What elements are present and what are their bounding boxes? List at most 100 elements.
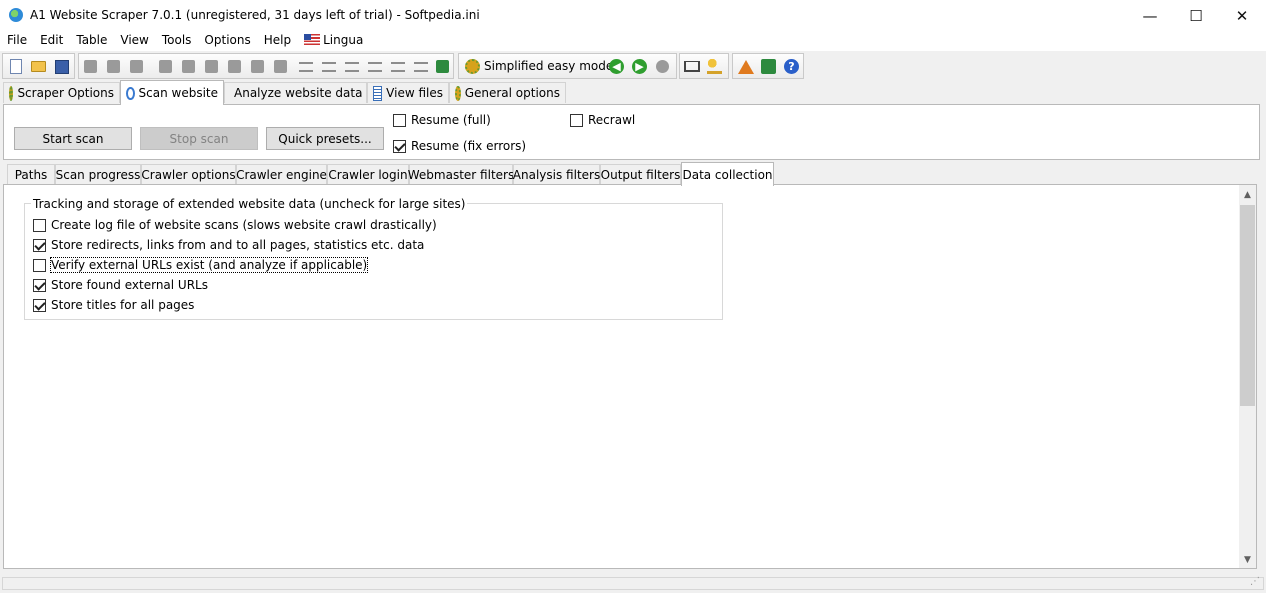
menu-bar: File Edit Table View Tools Options Help … <box>0 31 1266 51</box>
scrollbar-thumb[interactable] <box>1240 205 1255 406</box>
option-store-external-urls[interactable]: Store found external URLs <box>33 277 208 293</box>
menu-lingua-label: Lingua <box>323 33 364 47</box>
option-create-log-file[interactable]: Create log file of website scans (slows … <box>33 217 437 233</box>
undo-icon[interactable] <box>226 58 243 75</box>
forward-icon[interactable]: ▶ <box>631 58 648 75</box>
recrawl-label: Recrawl <box>588 113 636 127</box>
option-label: Store found external URLs <box>51 278 208 292</box>
checkbox-box[interactable] <box>33 258 46 272</box>
stamp-icon[interactable] <box>128 58 145 75</box>
home-icon[interactable] <box>737 58 754 75</box>
share-icon[interactable] <box>760 58 777 75</box>
tab-scan-website[interactable]: Scan website <box>120 80 224 105</box>
subtab-output-filters[interactable]: Output filters <box>600 164 681 185</box>
subtab-crawler-login[interactable]: Crawler login <box>327 164 409 185</box>
resume-full-checkbox[interactable]: Resume (full) <box>393 112 491 128</box>
cart-icon[interactable] <box>683 58 700 75</box>
key-icon[interactable] <box>706 58 723 75</box>
option-verify-external-urls[interactable]: Verify external URLs exist (and analyze … <box>33 257 369 273</box>
tree-list-icon[interactable] <box>343 58 360 75</box>
list-icon <box>373 85 383 101</box>
resume-full-label: Resume (full) <box>411 113 491 127</box>
subtab-crawler-engine[interactable]: Crawler engine <box>236 164 327 185</box>
subtab-scan-progress[interactable]: Scan progress <box>55 164 141 185</box>
minimize-button[interactable]: — <box>1127 0 1173 31</box>
subtab-data-collection[interactable]: Data collection <box>681 162 774 186</box>
option-store-titles[interactable]: Store titles for all pages <box>33 297 194 313</box>
resume-fix-errors-checkbox[interactable]: Resume (fix errors) <box>393 138 526 154</box>
start-scan-button[interactable]: Start scan <box>14 127 132 150</box>
tab-general-options[interactable]: General options <box>449 82 566 103</box>
quick-presets-button[interactable]: Quick presets... <box>266 127 384 150</box>
tab-label: Analyze website data <box>234 86 363 100</box>
recrawl-checkbox[interactable]: Recrawl <box>570 112 635 128</box>
help-icon[interactable]: ? <box>783 58 800 75</box>
status-bar: ⋰ <box>2 576 1264 590</box>
find-next-icon[interactable] <box>272 58 289 75</box>
maximize-button[interactable]: ☐ <box>1173 0 1219 31</box>
simplified-mode-button[interactable]: Simplified easy mode <box>461 54 617 78</box>
scroll-up-arrow-icon[interactable]: ▲ <box>1239 186 1256 203</box>
subtab-analysis-filters[interactable]: Analysis filters <box>513 164 600 185</box>
menu-tools[interactable]: Tools <box>155 31 198 51</box>
checkbox-box[interactable] <box>33 298 46 312</box>
stop-scan-button[interactable]: Stop scan <box>140 127 258 150</box>
checkbox-box[interactable] <box>393 113 406 127</box>
tab-analyze-website-data[interactable]: Analyze website data <box>224 82 367 103</box>
new-file-icon[interactable] <box>7 58 24 75</box>
cut-icon[interactable] <box>157 58 174 75</box>
export-icon[interactable] <box>434 58 451 75</box>
find-icon[interactable] <box>249 58 266 75</box>
tab-label: Scraper Options <box>17 86 114 100</box>
checkbox-box[interactable] <box>33 278 46 292</box>
move-in-icon[interactable] <box>389 58 406 75</box>
tab-view-files[interactable]: View files <box>367 82 449 103</box>
checkbox-box[interactable] <box>393 139 406 153</box>
subtab-paths[interactable]: Paths <box>7 164 55 185</box>
copy-icon[interactable] <box>82 58 99 75</box>
app-icon <box>9 8 23 22</box>
menu-view[interactable]: View <box>113 31 154 51</box>
subtab-webmaster-filters[interactable]: Webmaster filters <box>408 164 514 185</box>
menu-file[interactable]: File <box>0 31 33 51</box>
scroll-down-arrow-icon[interactable]: ▼ <box>1239 551 1256 568</box>
tab-label: View files <box>386 86 443 100</box>
back-icon[interactable]: ◀ <box>608 58 625 75</box>
subtab-crawler-options[interactable]: Crawler options <box>141 164 236 185</box>
tab-scraper-options[interactable]: Scraper Options <box>3 82 120 103</box>
groupbox-title: Tracking and storage of extended website… <box>31 197 468 211</box>
menu-table[interactable]: Table <box>69 31 113 51</box>
option-label: Store titles for all pages <box>51 298 195 312</box>
tree-expand-icon[interactable] <box>297 58 314 75</box>
window-title: A1 Website Scraper 7.0.1 (unregistered, … <box>30 8 480 22</box>
move-out-icon[interactable] <box>412 58 429 75</box>
tab-label: Scan website <box>138 86 218 100</box>
menu-help[interactable]: Help <box>257 31 297 51</box>
save-disk-icon[interactable] <box>53 58 70 75</box>
checkbox-box[interactable] <box>33 238 46 252</box>
move-right-icon[interactable] <box>366 58 383 75</box>
delete-icon[interactable] <box>203 58 220 75</box>
close-button[interactable]: ✕ <box>1219 0 1265 31</box>
main-tabs: Scraper Options Scan website Analyze web… <box>0 80 1266 105</box>
sub-tabs: Paths Scan progress Crawler options Craw… <box>0 162 1266 186</box>
copy-alt-icon[interactable] <box>180 58 197 75</box>
menu-lingua[interactable]: Lingua <box>297 31 369 51</box>
open-folder-icon[interactable] <box>30 58 47 75</box>
toolbar-mode-group: Simplified easy mode ◀ ▶ <box>458 53 677 79</box>
magnifier-icon <box>126 86 135 100</box>
checkbox-box[interactable] <box>570 113 583 127</box>
checkbox-box[interactable] <box>33 218 46 232</box>
tree-collapse-icon[interactable] <box>320 58 337 75</box>
menu-edit[interactable]: Edit <box>33 31 69 51</box>
resize-grip-icon[interactable]: ⋰ <box>1250 576 1260 587</box>
scan-controls-panel: Start scan Stop scan Quick presets... Re… <box>3 104 1260 160</box>
menu-options[interactable]: Options <box>197 31 256 51</box>
gears-icon <box>465 58 480 74</box>
option-label: Create log file of website scans (slows … <box>51 218 437 232</box>
paste-icon[interactable] <box>105 58 122 75</box>
refresh-icon[interactable] <box>654 58 671 75</box>
toolbar-web-group: ? <box>732 53 804 79</box>
title-bar: A1 Website Scraper 7.0.1 (unregistered, … <box>0 0 1266 31</box>
option-store-redirects[interactable]: Store redirects, links from and to all p… <box>33 237 424 253</box>
